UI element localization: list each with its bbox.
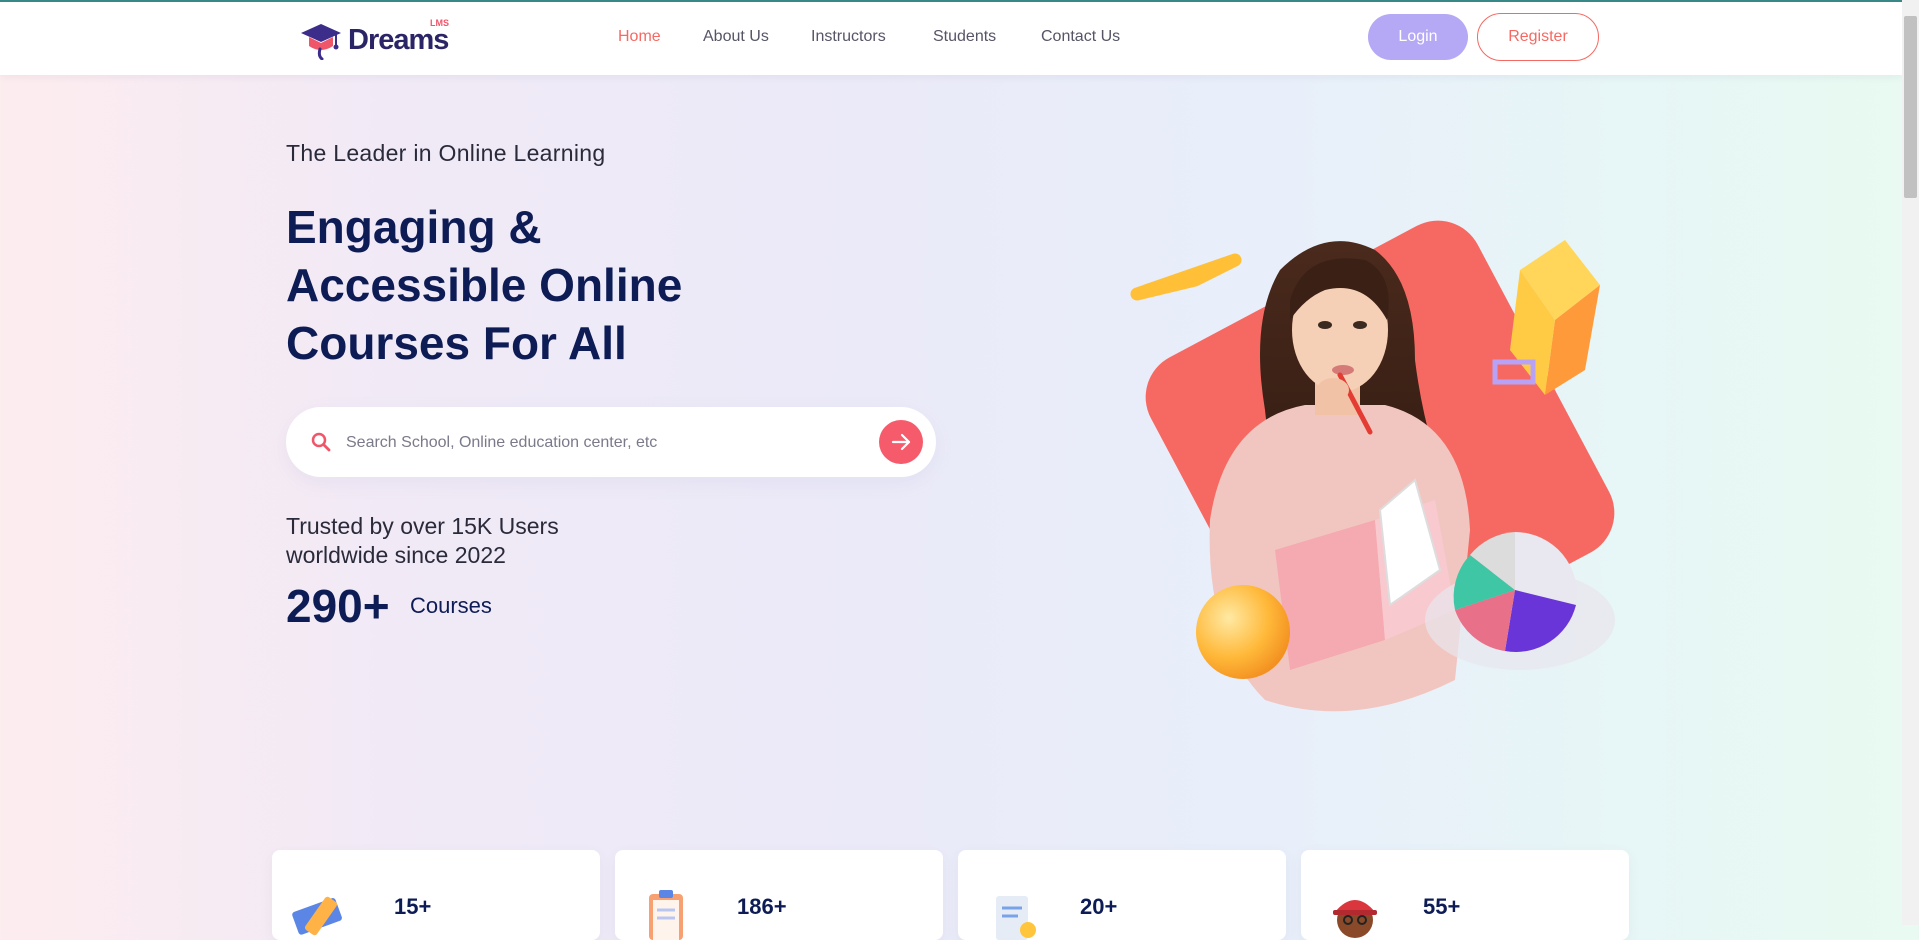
- stat-card[interactable]: 186+: [615, 850, 943, 940]
- clipboard-icon: [649, 890, 683, 940]
- search-submit-button[interactable]: [879, 420, 923, 464]
- nav-about-us[interactable]: About Us: [703, 28, 769, 46]
- graduation-cap-icon: [301, 24, 341, 60]
- nav-students[interactable]: Students: [933, 28, 996, 46]
- headline-line-2: Accessible Online: [286, 259, 683, 311]
- stat-card[interactable]: 20+: [958, 850, 1286, 940]
- search-bar: [286, 407, 936, 477]
- trusted-line-2: worldwide since 2022: [286, 542, 506, 568]
- instructor-avatar-icon: [1333, 900, 1377, 938]
- register-button[interactable]: Register: [1477, 13, 1599, 61]
- headline-line-3: Courses For All: [286, 317, 627, 369]
- stat-card[interactable]: 55+: [1301, 850, 1629, 940]
- nav-instructors[interactable]: Instructors: [811, 28, 886, 46]
- stat-value: 55+: [1423, 894, 1461, 919]
- courses-label: Courses: [410, 593, 492, 618]
- headline-line-1: Engaging &: [286, 201, 542, 253]
- nav-home[interactable]: Home: [618, 28, 661, 46]
- brand-superscript: LMS: [430, 18, 449, 28]
- stat-card[interactable]: 15+: [272, 850, 600, 940]
- hero-headline: Engaging & Accessible Online Courses For…: [286, 198, 806, 372]
- trusted-line-1: Trusted by over 15K Users: [286, 513, 559, 539]
- scrollbar-thumb[interactable]: [1904, 16, 1917, 198]
- search-icon: [311, 432, 331, 452]
- courses-count: 290+: [286, 580, 390, 632]
- arrow-right-icon: [891, 433, 911, 451]
- hero-illustration: [1130, 220, 1615, 712]
- login-button[interactable]: Login: [1368, 14, 1468, 60]
- pencil-ruler-icon: [292, 896, 342, 936]
- brand-logo[interactable]: Dreams LMS: [300, 18, 460, 60]
- nav-contact-us[interactable]: Contact Us: [1041, 28, 1120, 46]
- brand-name: Dreams: [348, 24, 449, 56]
- hero-tagline: The Leader in Online Learning: [286, 140, 606, 166]
- triangle-shape: [1130, 253, 1242, 301]
- page-scrollbar[interactable]: [1902, 0, 1919, 925]
- sphere-shape: [1196, 585, 1290, 679]
- stat-value: 186+: [737, 894, 787, 919]
- search-input[interactable]: [344, 425, 868, 461]
- trusted-text: Trusted by over 15K Users worldwide sinc…: [286, 512, 606, 570]
- top-navbar: Dreams LMS Home About Us Instructors Stu…: [0, 2, 1902, 75]
- stat-value: 20+: [1080, 894, 1118, 919]
- certificate-icon: [996, 896, 1036, 940]
- stat-value: 15+: [394, 894, 432, 919]
